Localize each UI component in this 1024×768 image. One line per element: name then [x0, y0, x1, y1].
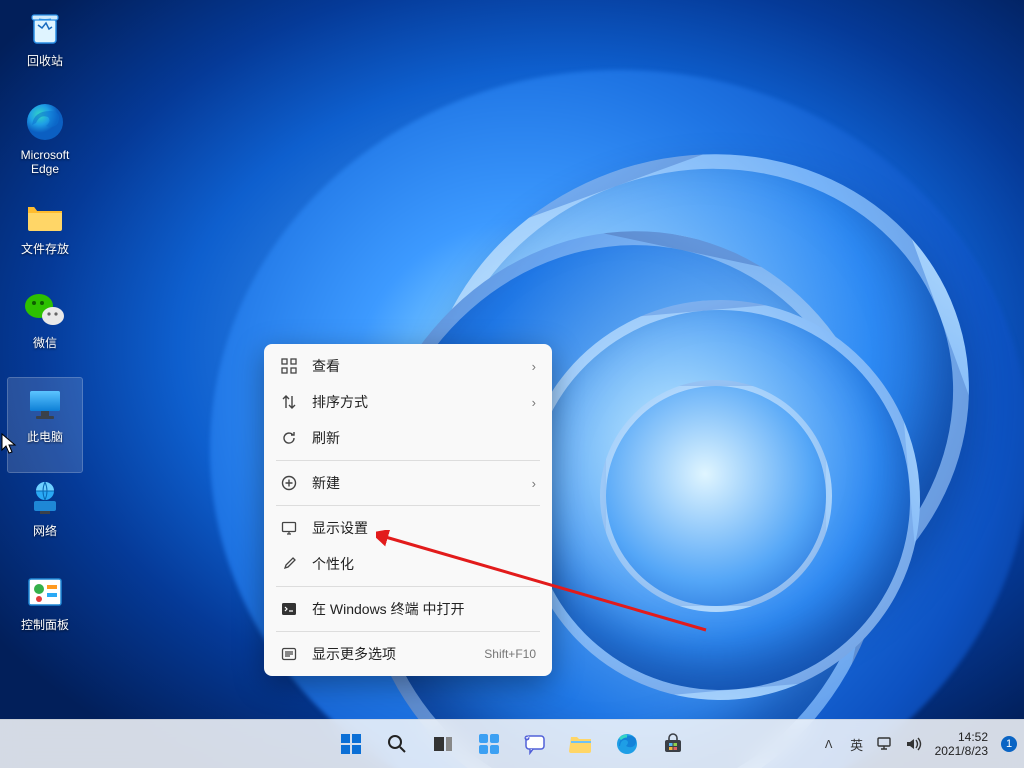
desktop-icon-folder[interactable]: 文件存放 [8, 190, 82, 284]
desktop-icon-label: 回收站 [27, 54, 63, 68]
menu-item-label: 显示设置 [312, 518, 536, 538]
desktop-icon-wechat[interactable]: 微信 [8, 284, 82, 378]
volume-icon [904, 735, 922, 753]
store-icon [662, 733, 684, 755]
more-options-icon [280, 645, 298, 663]
menu-item-display-settings[interactable]: 显示设置 [268, 510, 548, 546]
start-icon [339, 732, 363, 756]
menu-item-more-options[interactable]: 显示更多选项 Shift+F10 [268, 636, 548, 672]
menu-item-personalize[interactable]: 个性化 [268, 546, 548, 582]
menu-item-shortcut: Shift+F10 [484, 647, 536, 661]
tray-time: 14:52 [958, 730, 988, 744]
desktop-context-menu: 查看 › 排序方式 › 刷新 新建 › 显示设置 个性化 在 Windows 终… [264, 344, 552, 676]
menu-item-label: 刷新 [312, 428, 536, 448]
chat-icon [524, 733, 546, 755]
grid-icon [280, 357, 298, 375]
taskbar-tray: ᐱ 英 14:52 2021/8/23 1 [819, 720, 1018, 768]
menu-separator [276, 586, 540, 587]
terminal-icon [280, 600, 298, 618]
display-icon [280, 519, 298, 537]
taskbar-store-button[interactable] [653, 724, 693, 764]
menu-separator [276, 631, 540, 632]
taskbar-widgets-button[interactable] [469, 724, 509, 764]
chevron-right-icon: › [532, 476, 536, 491]
desktop-icon-label: Microsoft Edge [10, 148, 80, 176]
menu-separator [276, 460, 540, 461]
menu-item-view[interactable]: 查看 › [268, 348, 548, 384]
network-icon [23, 476, 67, 520]
control-panel-icon [23, 570, 67, 614]
desktop-icon-label: 文件存放 [21, 242, 69, 256]
tray-chevron-up-button[interactable]: ᐱ [819, 734, 839, 754]
desktop-icon-label: 控制面板 [21, 618, 69, 632]
plus-circle-icon [280, 474, 298, 492]
chevron-right-icon: › [532, 359, 536, 374]
tray-date: 2021/8/23 [935, 744, 988, 758]
desktop-icon-this-pc[interactable]: 此电脑 [8, 378, 82, 472]
menu-item-terminal[interactable]: 在 Windows 终端 中打开 [268, 591, 548, 627]
file-explorer-icon [569, 733, 593, 755]
refresh-icon [280, 429, 298, 447]
menu-separator [276, 505, 540, 506]
chevron-right-icon: › [532, 395, 536, 410]
notification-badge: 1 [1001, 736, 1017, 752]
taskview-icon [432, 733, 454, 755]
tray-clock[interactable]: 14:52 2021/8/23 [935, 730, 988, 758]
menu-item-label: 新建 [312, 473, 518, 493]
recycle-bin-icon [23, 6, 67, 50]
taskbar-edge-button[interactable] [607, 724, 647, 764]
menu-item-new[interactable]: 新建 › [268, 465, 548, 501]
taskbar-explorer-button[interactable] [561, 724, 601, 764]
tray-network-button[interactable] [875, 734, 895, 754]
brush-icon [280, 555, 298, 573]
menu-item-label: 个性化 [312, 554, 536, 574]
tray-ime-button[interactable]: 英 [847, 734, 867, 754]
menu-item-refresh[interactable]: 刷新 [268, 420, 548, 456]
taskbar-search-button[interactable] [377, 724, 417, 764]
edge-icon [616, 733, 638, 755]
sort-icon [280, 393, 298, 411]
wechat-icon [23, 288, 67, 332]
tray-volume-button[interactable] [903, 734, 923, 754]
desktop-icon-recycle-bin[interactable]: 回收站 [8, 2, 82, 96]
menu-item-label: 显示更多选项 [312, 644, 470, 664]
desktop-icon-control-panel[interactable]: 控制面板 [8, 566, 82, 660]
menu-item-label: 排序方式 [312, 392, 518, 412]
menu-item-label: 在 Windows 终端 中打开 [312, 599, 536, 619]
desktop-icon-label: 网络 [33, 524, 57, 538]
widgets-icon [477, 732, 501, 756]
taskbar-center [331, 724, 693, 764]
folder-icon [23, 194, 67, 238]
desktop-icon-edge[interactable]: Microsoft Edge [8, 96, 82, 190]
desktop-icons-column: 回收站 Microsoft Edge [0, 0, 90, 662]
menu-item-sort[interactable]: 排序方式 › [268, 384, 548, 420]
tray-notifications-button[interactable]: 1 [1000, 735, 1018, 753]
menu-item-label: 查看 [312, 356, 518, 376]
edge-icon [23, 100, 67, 144]
desktop-icon-label: 微信 [33, 336, 57, 350]
desktop-icon-network[interactable]: 网络 [8, 472, 82, 566]
search-icon [386, 733, 408, 755]
network-tray-icon [876, 735, 894, 753]
taskbar-taskview-button[interactable] [423, 724, 463, 764]
taskbar: ᐱ 英 14:52 2021/8/23 1 [0, 719, 1024, 768]
taskbar-start-button[interactable] [331, 724, 371, 764]
taskbar-chat-button[interactable] [515, 724, 555, 764]
this-pc-icon [23, 382, 67, 426]
desktop-icon-label: 此电脑 [27, 430, 63, 444]
